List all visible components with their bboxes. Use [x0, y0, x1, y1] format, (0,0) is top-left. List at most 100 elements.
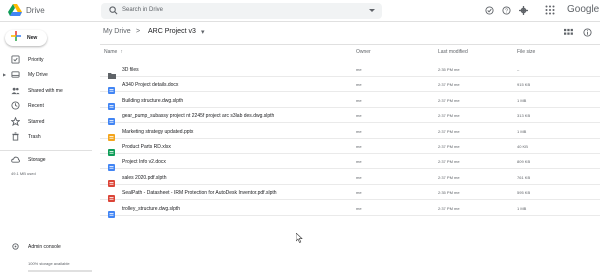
my-drive-icon: [11, 71, 20, 78]
file-size: 1 MB: [517, 205, 527, 211]
file-size: 1 MB: [517, 128, 527, 134]
column-header-file-size[interactable]: File size: [517, 49, 535, 55]
mouse-cursor-icon: [296, 233, 303, 243]
storage-progress-bar: [28, 270, 92, 272]
file-owner: me: [356, 128, 362, 134]
sidebar-item-shared-with-me[interactable]: Shared with me: [0, 86, 92, 97]
docx-file-icon: [108, 81, 115, 95]
search-bar[interactable]: Search in Drive: [101, 3, 382, 19]
column-header-last-modified[interactable]: Last modified: [438, 49, 468, 55]
sidebar-item-label: My Drive: [28, 72, 48, 78]
file-size: 40 KB: [517, 144, 528, 149]
breadcrumb-separator: >: [136, 28, 141, 35]
file-row[interactable]: gear_pump_subassy project nt 2245f proje…: [100, 108, 600, 126]
file-file-icon: [108, 112, 115, 126]
file-name: SealPath - Datasheet - IRM Protection fo…: [122, 190, 277, 197]
file-size: 809 KB: [517, 159, 531, 165]
file-name: Marketing strategy updated.pptx: [122, 128, 194, 135]
file-owner: me: [356, 159, 362, 165]
search-icon[interactable]: [109, 6, 118, 15]
file-modified: 2:37 PM me: [438, 113, 460, 119]
sidebar-item-label: Shared with me: [28, 88, 63, 94]
new-button[interactable]: New: [5, 30, 47, 46]
sidebar-item-starred[interactable]: Starred: [0, 117, 92, 128]
sidebar-item-recent[interactable]: Recent: [0, 101, 92, 112]
file-row[interactable]: Product Parts RD.xlsx me 2:37 PM me 40 KB: [100, 139, 600, 156]
file-row[interactable]: Marketing strategy updated.pptx me 2:37 PM…: [100, 124, 600, 141]
file-row[interactable]: trolley_structure.dwg.slpth me 2:37 PM me 1…: [100, 201, 600, 218]
cloud-icon: [11, 156, 20, 163]
sidebar-item-priority[interactable]: Priority: [0, 55, 92, 66]
file-modified: 2:37 PM me: [438, 128, 460, 134]
folder-icon: [108, 66, 116, 79]
sidebar-item-label: Priority: [28, 57, 44, 63]
file-row[interactable]: SealPath - Datasheet - IRM Protection fo…: [100, 185, 600, 203]
sort-arrow-up-icon[interactable]: ↑: [120, 49, 123, 55]
file-file-icon: [108, 205, 115, 218]
info-icon[interactable]: [583, 28, 592, 37]
breadcrumb-my-drive[interactable]: My Drive: [103, 28, 131, 35]
file-size: –: [517, 67, 520, 72]
help-icon[interactable]: ?: [502, 6, 511, 15]
sidebar-item-admin-console[interactable]: Admin console: [0, 242, 92, 253]
sidebar-item-label: Recent: [28, 103, 44, 109]
grid-view-icon[interactable]: [564, 28, 573, 37]
sidebar-item-trash[interactable]: Trash: [0, 132, 92, 143]
column-header-name-label: Name: [104, 49, 118, 55]
plus-icon: [11, 31, 21, 45]
file-modified: 2:37 PM me: [438, 97, 460, 103]
file-name: gear_pump_subassy project nt 2245f proje…: [122, 113, 275, 120]
expand-caret-icon[interactable]: ▶: [3, 72, 6, 77]
file-size: 915 KB: [517, 82, 531, 88]
file-owner: me: [356, 82, 362, 88]
apps-grid-icon[interactable]: [545, 5, 555, 15]
file-file-icon: [108, 97, 115, 110]
sidebar-item-label: Trash: [28, 134, 41, 140]
pptx-file-icon: [108, 128, 115, 141]
offline-status-icon[interactable]: [485, 6, 494, 15]
app-title[interactable]: Drive: [26, 6, 45, 15]
chevron-down-icon[interactable]: ▾: [201, 28, 205, 36]
file-name: Building structure.dwg.slpth: [122, 97, 184, 104]
file-row[interactable]: 3D files me 2:35 PM me –: [100, 62, 600, 79]
file-row[interactable]: Building structure.dwg.slpth me 2:37 PM me…: [100, 93, 600, 110]
file-row[interactable]: Project Info v2.docx me 2:37 PM me 809 KB: [100, 154, 600, 172]
file-size: 1 MB: [517, 97, 527, 103]
file-name: Product Parts RD.xlsx: [122, 144, 171, 150]
trash-icon: [12, 132, 19, 141]
column-header-owner[interactable]: Owner: [356, 49, 371, 55]
file-modified: 2:37 PM me: [438, 82, 460, 88]
file-name: Project Info v2.docx: [122, 159, 166, 166]
settings-gear-icon[interactable]: [519, 6, 528, 15]
header-divider: [100, 44, 600, 45]
file-modified: 2:37 PM me: [438, 159, 460, 165]
search-input[interactable]: Search in Drive: [122, 7, 163, 13]
sidebar-item-storage[interactable]: Storage: [0, 155, 92, 166]
column-header-name[interactable]: Name ↑: [104, 49, 123, 55]
file-modified: 2:37 PM me: [438, 205, 460, 211]
file-modified: 2:37 PM me: [438, 174, 460, 180]
file-row[interactable]: A340 Project details.docx me 2:37 PM me 915…: [100, 77, 600, 95]
sidebar-item-label: Admin console: [28, 244, 61, 250]
file-row[interactable]: sales 2020.pdf.slpth me 2:37 PM me 761 KB: [100, 170, 600, 187]
xlsx-file-icon: [108, 143, 115, 156]
checkbox-icon: [11, 55, 20, 64]
breadcrumb-current-folder[interactable]: ARC Project v3: [148, 28, 196, 35]
file-size: 313 KB: [517, 113, 531, 119]
drive-logo-icon[interactable]: [8, 4, 22, 17]
clock-icon: [11, 101, 20, 110]
storage-used-text: 49.1 MB used: [11, 171, 36, 176]
file-modified: 2:35 PM me: [438, 190, 460, 196]
sidebar-item-my-drive[interactable]: ▶ My Drive: [0, 70, 92, 81]
file-modified: 2:35 PM me: [438, 67, 460, 72]
search-options-dropdown-icon[interactable]: [369, 7, 375, 13]
file-size: 761 KB: [517, 174, 531, 180]
file-owner: me: [356, 97, 362, 103]
google-account-brand[interactable]: Google: [567, 4, 599, 15]
docx-file-icon: [108, 158, 115, 172]
file-modified: 2:37 PM me: [438, 144, 460, 149]
file-owner: me: [356, 174, 362, 180]
new-button-label: New: [27, 35, 38, 41]
top-bar: Drive Search in Drive ? Google: [0, 0, 600, 22]
people-icon: [11, 87, 20, 95]
